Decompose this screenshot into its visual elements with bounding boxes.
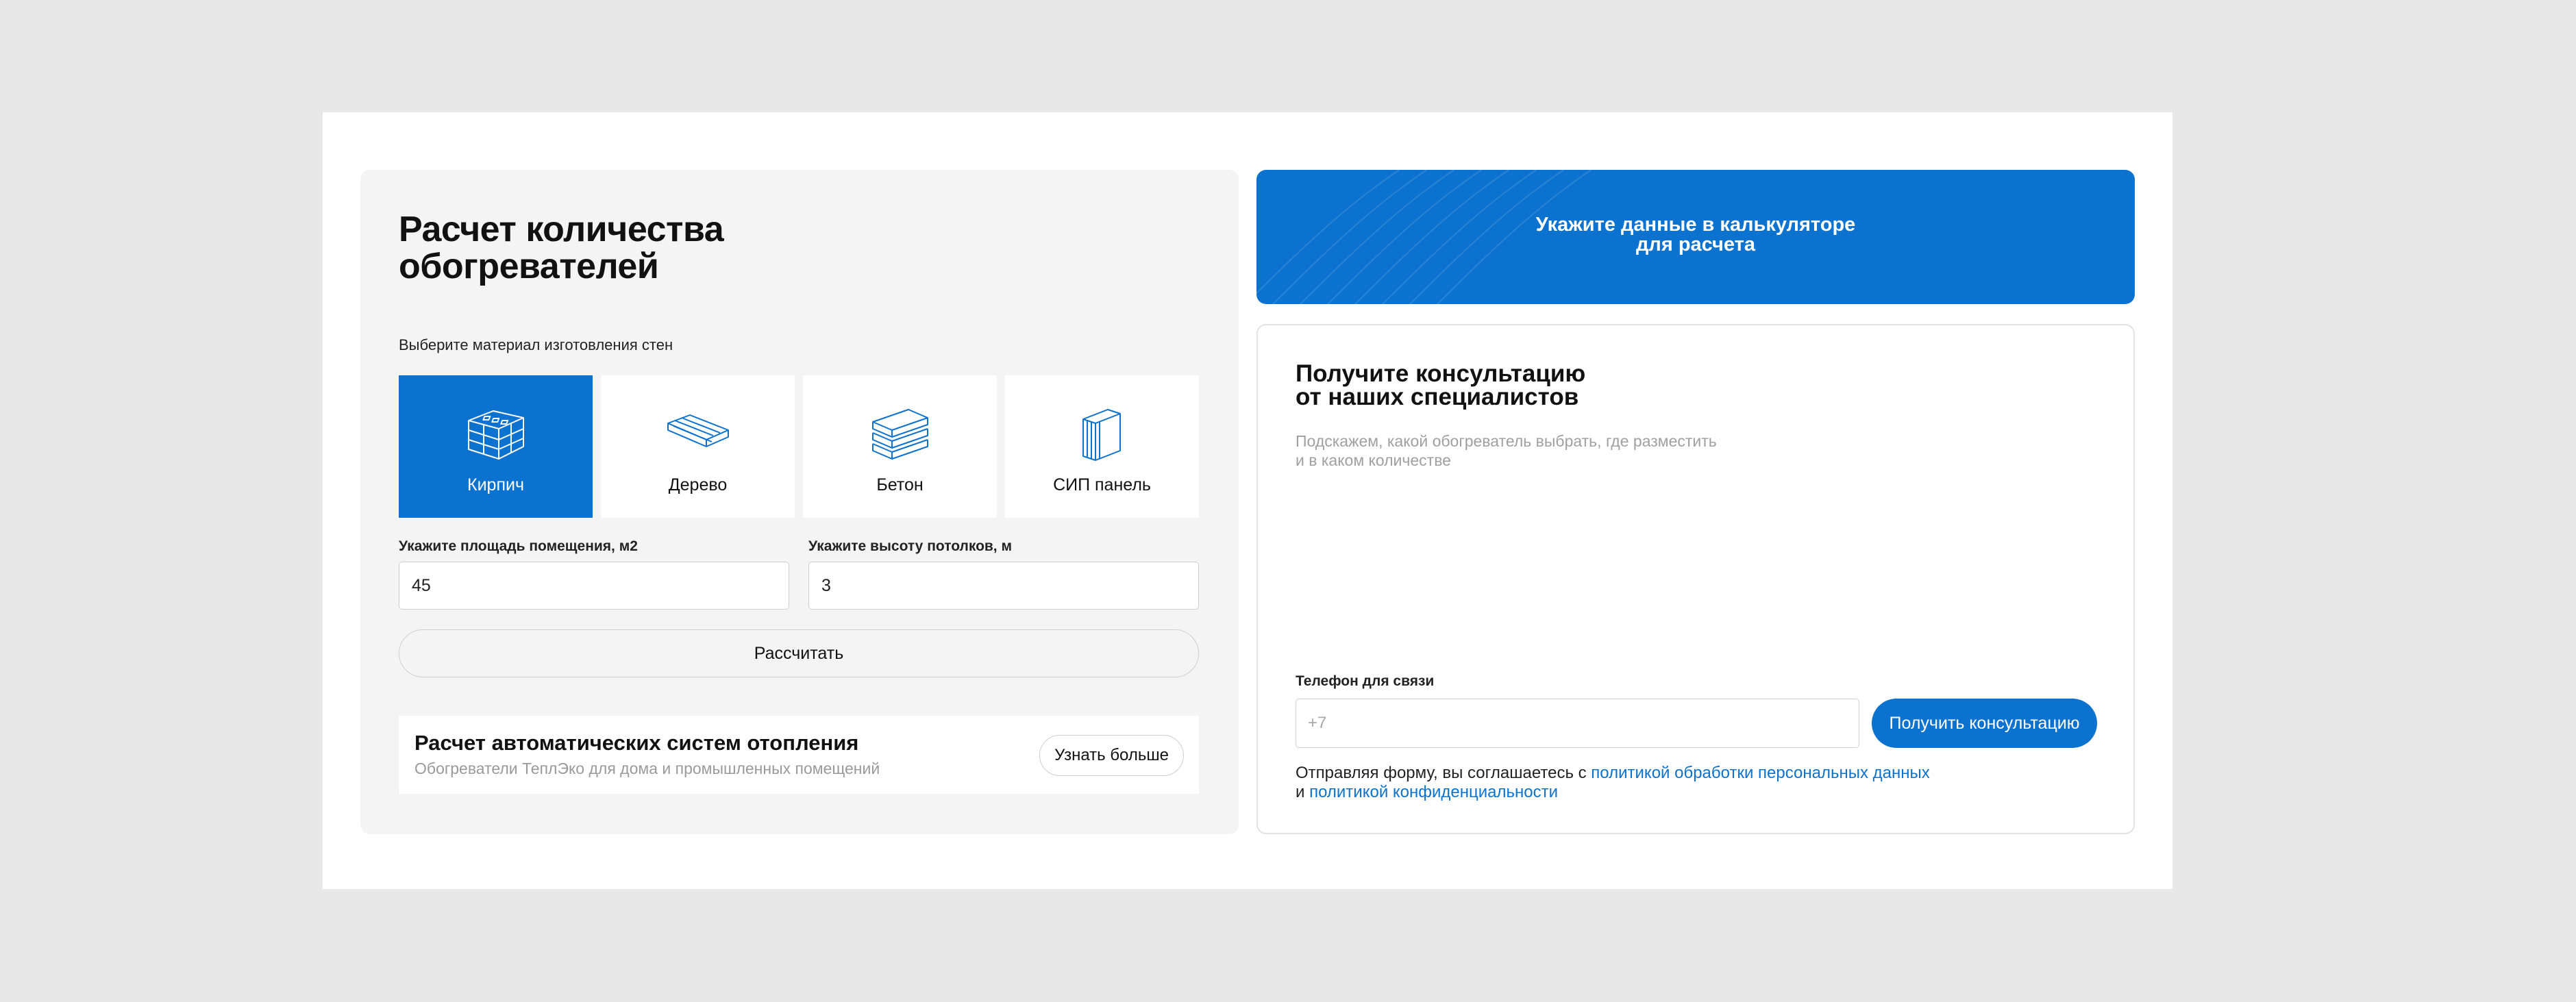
concrete-icon: [871, 409, 928, 460]
consent-prefix: Отправляя форму, вы соглашаетесь с: [1296, 764, 1587, 782]
personal-data-policy-link[interactable]: политикой обработки персональных данных: [1591, 764, 1929, 782]
consent-text: Отправляя форму, вы соглашаетесь с полит…: [1296, 764, 1930, 802]
auto-systems-subtitle: Обогреватели ТеплЭко для дома и промышле…: [414, 760, 880, 777]
consultation-subtitle: Подскажем, какой обогреватель выбрать, г…: [1296, 431, 1717, 470]
consultation-title-line2: от наших специалистов: [1296, 384, 1579, 410]
learn-more-button[interactable]: Узнать больше: [1039, 735, 1184, 776]
calculate-button[interactable]: Рассчитать: [399, 629, 1199, 677]
material-option-concrete[interactable]: Бетон: [803, 375, 997, 518]
auto-systems-title: Расчет автоматических систем отопления: [414, 731, 859, 755]
calculator-title-line1: Расчет количества: [399, 210, 724, 249]
material-label: Выберите материал изготовления стен: [399, 336, 673, 353]
phone-input[interactable]: [1296, 699, 1859, 748]
phone-label: Телефон для связи: [1296, 673, 1435, 689]
consultation-title: Получите консультацию от наших специалис…: [1296, 362, 1585, 409]
banner-line1: Укажите данные в калькуляторе: [1535, 214, 1856, 236]
auto-systems-card: Расчет автоматических систем отопления О…: [399, 716, 1199, 794]
height-input[interactable]: [808, 562, 1199, 610]
banner-line2: для расчета: [1636, 234, 1755, 255]
get-consultation-button[interactable]: Получить консультацию: [1872, 699, 2097, 748]
sip-panel-icon: [1082, 409, 1121, 461]
material-option-brick[interactable]: Кирпич: [399, 375, 593, 518]
consultation-subtitle-line1: Подскажем, какой обогреватель выбрать, г…: [1296, 432, 1717, 450]
material-options: Кирпич Дерево Бетон СИП панель: [399, 375, 1199, 518]
brick-icon: [467, 410, 524, 460]
calculator-panel: Расчет количества обогревателей Выберите…: [360, 170, 1239, 834]
area-input[interactable]: [399, 562, 789, 610]
height-label: Укажите высоту потолков, м: [808, 538, 1013, 554]
calculator-title: Расчет количества обогревателей: [399, 210, 724, 286]
consent-and: и: [1296, 783, 1305, 801]
consultation-title-line1: Получите консультацию: [1296, 360, 1586, 387]
consultation-card: Получите консультацию от наших специалис…: [1256, 324, 2135, 834]
consultation-subtitle-line2: и в каком количестве: [1296, 451, 1451, 469]
area-label: Укажите площадь помещения, м2: [399, 538, 638, 554]
material-label-concrete: Бетон: [876, 475, 924, 494]
calculator-title-line2: обогревателей: [399, 247, 659, 286]
privacy-policy-link[interactable]: политикой конфиденциальности: [1309, 783, 1558, 801]
banner-message: Укажите данные в калькуляторе для расчет…: [1256, 215, 2135, 255]
result-banner: Укажите данные в калькуляторе для расчет…: [1256, 170, 2135, 304]
material-label-brick: Кирпич: [467, 475, 524, 494]
material-label-wood: Дерево: [668, 475, 728, 494]
material-label-sip-panel: СИП панель: [1053, 475, 1151, 494]
page-container: Расчет количества обогревателей Выберите…: [323, 112, 2172, 889]
material-option-wood[interactable]: Дерево: [601, 375, 795, 518]
wood-icon: [667, 414, 729, 447]
material-option-sip-panel[interactable]: СИП панель: [1005, 375, 1199, 518]
